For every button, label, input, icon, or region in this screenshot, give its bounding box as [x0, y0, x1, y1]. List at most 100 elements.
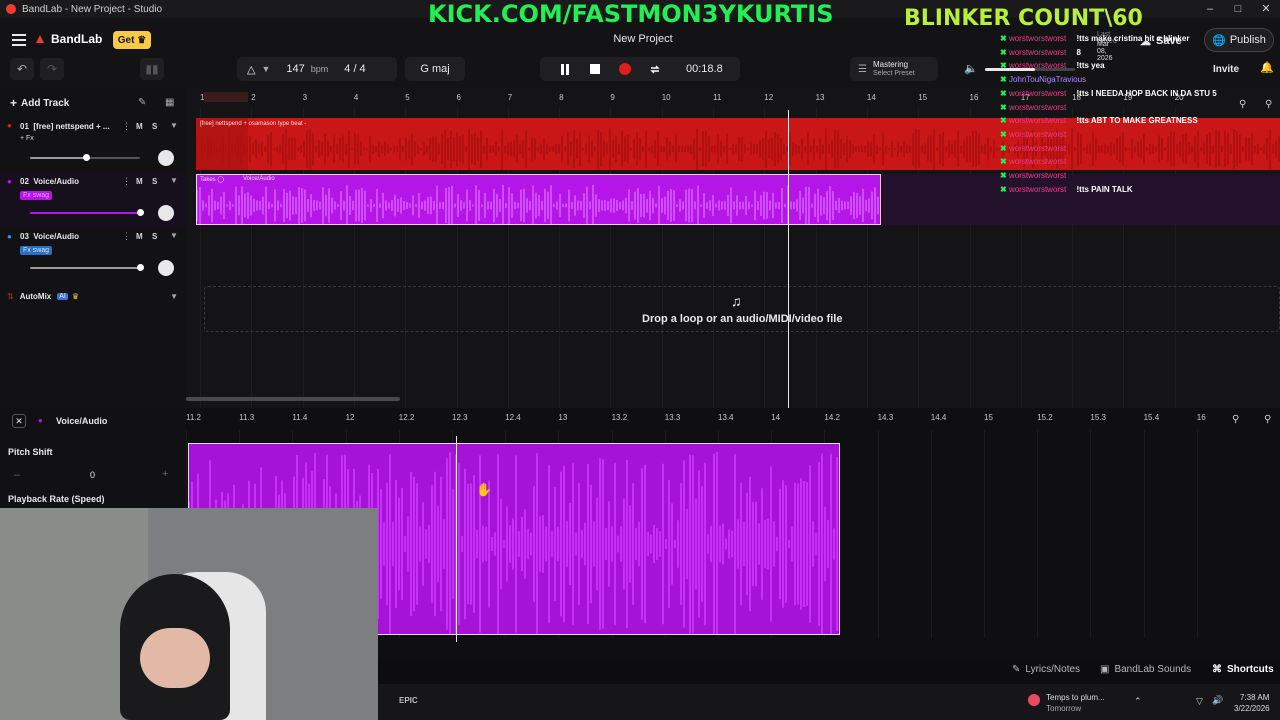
metronome-icon[interactable]: △ — [247, 63, 255, 76]
mute-button[interactable]: M — [136, 177, 143, 186]
fx-badge[interactable]: Fx swag — [20, 191, 53, 200]
track-menu-icon[interactable]: ⋮ — [122, 176, 131, 187]
get-membership-button[interactable]: Get ♛ — [113, 31, 151, 49]
editor-ruler-tick[interactable]: 12.2 — [399, 413, 415, 422]
audio-clip-voice[interactable]: Takes ◯ Voice/Audio — [196, 174, 881, 225]
chevron-down-icon[interactable]: ▼ — [170, 292, 178, 301]
view-icon[interactable]: ▦ — [165, 97, 174, 108]
editor-ruler-tick[interactable]: 11.4 — [292, 413, 307, 422]
editor-ruler[interactable]: 11.2 11.3 11.4 12 12.2 12.3 12.4 13 13.2 13.3 13.4… — [186, 408, 1226, 428]
ruler-bar-number[interactable]: 16 — [970, 93, 979, 102]
pan-knob[interactable] — [158, 205, 174, 221]
drop-zone[interactable] — [204, 286, 1280, 332]
undo-button[interactable]: ↶ — [10, 58, 34, 80]
pan-knob[interactable] — [158, 150, 174, 166]
publish-button[interactable]: 🌐 Publish — [1204, 28, 1274, 52]
track-01[interactable]: ● 01 [free] nettspend + ... ⋮ M S ▼ + Fx — [0, 118, 186, 173]
time-signature[interactable]: 4 / 4 — [344, 63, 365, 75]
volume-slider-handle[interactable] — [137, 209, 144, 216]
editor-ruler-tick[interactable]: 12 — [346, 413, 355, 422]
weather-title[interactable]: Temps to plum... — [1046, 693, 1105, 702]
bandlab-sounds-button[interactable]: ▣ BandLab Sounds — [1100, 664, 1191, 675]
solo-button[interactable]: S — [152, 177, 157, 186]
mute-button[interactable]: M — [136, 122, 143, 131]
volume-slider-fill[interactable] — [30, 212, 140, 214]
fx-badge[interactable]: Fx swag — [20, 246, 53, 255]
mastering-preset-button[interactable]: ☰ Mastering Select Preset — [850, 57, 938, 81]
editor-ruler-tick[interactable]: 16 — [1197, 413, 1206, 422]
fx-button[interactable]: + Fx — [20, 135, 34, 142]
arrangement-view[interactable]: 1 2 3 4 5 6 7 8 9 10 11 12 13 14 15 16 17 18 19 20 [free] n… — [186, 88, 1280, 408]
pan-knob[interactable] — [158, 260, 174, 276]
bandlab-logo[interactable]: BandLab — [34, 32, 102, 46]
editor-ruler-tick[interactable]: 11.3 — [239, 413, 254, 422]
editor-ruler-tick[interactable]: 15 — [984, 413, 993, 422]
solo-button[interactable]: S — [152, 122, 157, 131]
track-name[interactable]: 01 [free] nettspend + ... — [20, 122, 110, 131]
volume-icon[interactable]: 🔊 — [1212, 695, 1223, 706]
editor-ruler-tick[interactable]: 13 — [558, 413, 567, 422]
track-03[interactable]: ● 03 Voice/Audio ⋮ M S ▼ Fx swag — [0, 228, 186, 283]
ruler-bar-number[interactable]: 9 — [610, 93, 614, 102]
ruler-bar-number[interactable]: 7 — [508, 93, 512, 102]
mute-button[interactable]: M — [136, 232, 143, 241]
ruler-bar-number[interactable]: 13 — [816, 93, 825, 102]
editor-ruler-tick[interactable]: 13.3 — [665, 413, 681, 422]
chevron-down-icon[interactable]: ▼ — [170, 121, 178, 130]
ruler-bar-number[interactable]: 4 — [354, 93, 358, 102]
track-menu-icon[interactable]: ⋮ — [122, 231, 131, 242]
track-name[interactable]: 02 Voice/Audio — [20, 177, 79, 186]
ruler-bar-number[interactable]: 2 — [251, 93, 255, 102]
horizontal-scrollbar[interactable] — [186, 397, 400, 401]
ruler-bar-number[interactable]: 14 — [867, 93, 876, 102]
editor-ruler-tick[interactable]: 15.2 — [1037, 413, 1053, 422]
metronome-tempo-control[interactable]: △ ▼ 147 bpm 4 / 4 — [237, 57, 397, 81]
ruler-bar-number[interactable]: 12 — [764, 93, 773, 102]
volume-slider-handle[interactable] — [137, 264, 144, 271]
editor-ruler-tick[interactable]: 12.3 — [452, 413, 468, 422]
editor-playhead[interactable] — [456, 436, 457, 642]
mixer-button[interactable]: ▮▮ — [140, 58, 164, 80]
ruler-bar-number[interactable]: 10 — [662, 93, 671, 102]
notifications-bell-icon[interactable]: 🔔 — [1260, 61, 1274, 74]
pitch-increment-button[interactable]: + — [162, 468, 168, 480]
add-track-button[interactable]: + Add Track — [10, 96, 69, 110]
record-button[interactable] — [610, 63, 640, 75]
editor-ruler-tick[interactable]: 14 — [771, 413, 780, 422]
ruler-bar-number[interactable]: 11 — [713, 93, 721, 102]
editor-ruler-tick[interactable]: 13.4 — [718, 413, 734, 422]
loop-region-marker[interactable] — [204, 92, 248, 102]
close-icon[interactable]: ✕ — [1250, 0, 1280, 18]
ruler-bar-number[interactable]: 3 — [303, 93, 307, 102]
tray-chevron-icon[interactable]: ⌃ — [1134, 696, 1142, 707]
tempo-value[interactable]: 147 — [286, 63, 304, 75]
loop-button[interactable] — [640, 64, 670, 75]
volume-slider-fill[interactable] — [30, 267, 140, 269]
project-title[interactable]: New Project — [580, 33, 706, 45]
editor-ruler-tick[interactable]: 14.4 — [931, 413, 947, 422]
shortcuts-button[interactable]: ⌘ Shortcuts — [1212, 664, 1274, 675]
key-selector[interactable]: G maj — [405, 57, 465, 81]
stop-button[interactable] — [580, 64, 610, 74]
zoom-in-icon[interactable]: ⚲ — [1264, 414, 1271, 425]
ruler-bar-number[interactable]: 15 — [918, 93, 927, 102]
pitch-decrement-button[interactable]: – — [14, 469, 20, 481]
editor-ruler-tick[interactable]: 15.3 — [1090, 413, 1106, 422]
editor-ruler-tick[interactable]: 13.2 — [612, 413, 628, 422]
automix-row[interactable]: ⇅ AutoMix AI ♛ ▼ — [0, 287, 186, 305]
audio-clip-beat[interactable]: [free] nettspend + osamason type beat - — [196, 118, 1280, 170]
playhead[interactable] — [788, 110, 789, 408]
network-icon[interactable]: ▽ — [1196, 696, 1203, 707]
track-menu-icon[interactable]: ⋮ — [122, 121, 131, 132]
chevron-down-icon[interactable]: ▼ — [261, 64, 270, 74]
hamburger-menu-icon[interactable] — [12, 34, 26, 46]
redo-button[interactable]: ↷ — [40, 58, 64, 80]
chevron-down-icon[interactable]: ▼ — [170, 176, 178, 185]
track-02[interactable]: ● 02 Voice/Audio ⋮ M S ▼ Fx swag — [0, 173, 186, 228]
zoom-out-icon[interactable]: ⚲ — [1232, 414, 1239, 425]
close-editor-icon[interactable]: ✕ — [12, 414, 26, 428]
solo-button[interactable]: S — [152, 232, 157, 241]
track-name[interactable]: 03 Voice/Audio — [20, 232, 79, 241]
tools-icon[interactable]: ✎ — [138, 97, 146, 108]
editor-ruler-tick[interactable]: 14.2 — [824, 413, 840, 422]
